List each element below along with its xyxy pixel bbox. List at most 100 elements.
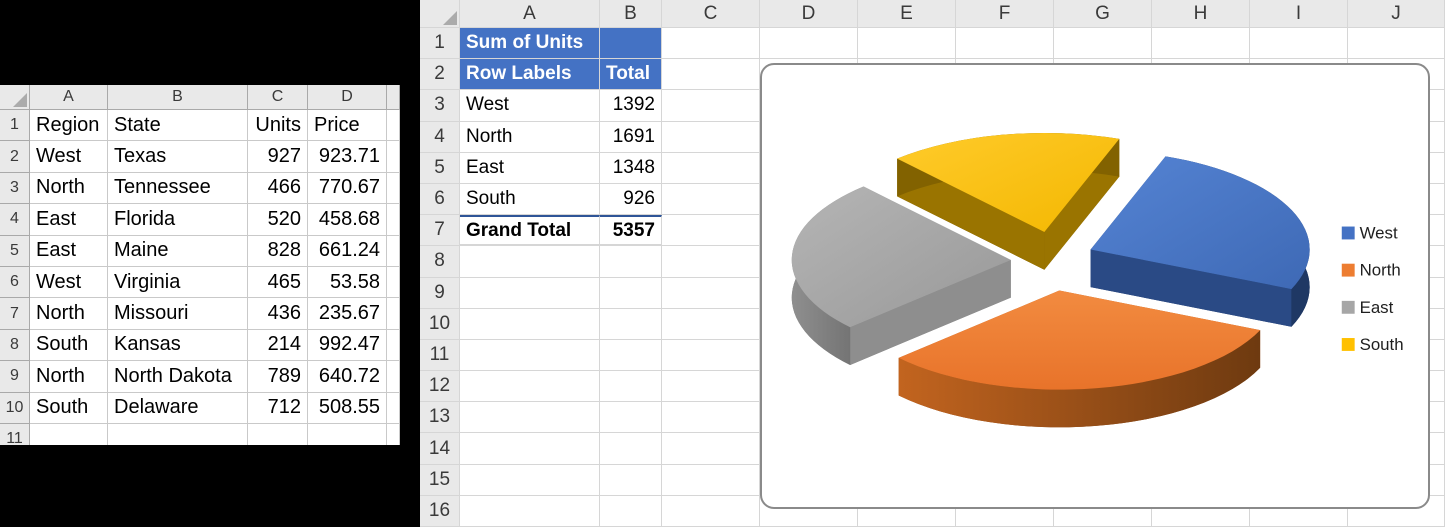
l-cell-B5[interactable]: Maine [108, 236, 248, 267]
r-rowheader-2[interactable]: 2 [420, 59, 460, 90]
pivot-value-east[interactable]: 1348 [600, 153, 662, 184]
legend-marker-east[interactable] [1342, 301, 1355, 314]
l-rowheader-7[interactable]: 7 [0, 298, 30, 329]
l-cell-A6[interactable]: West [30, 267, 108, 298]
r-cell-C5[interactable] [662, 153, 760, 184]
legend-label-south[interactable]: South [1360, 335, 1404, 354]
r-cell-F1[interactable] [956, 28, 1054, 59]
r-cell-C12[interactable] [662, 371, 760, 402]
l-cell-B9[interactable]: North Dakota [108, 361, 248, 392]
r-cell-A8[interactable] [460, 246, 600, 277]
pivot-row-labels-cell[interactable]: Row Labels [460, 59, 600, 90]
l-cell-D9[interactable]: 640.72 [308, 361, 387, 392]
l-cell-E1-partial[interactable] [387, 110, 400, 141]
pivot-value-south[interactable]: 926 [600, 184, 662, 215]
r-cell-B16[interactable] [600, 496, 662, 527]
r-cell-A15[interactable] [460, 465, 600, 496]
l-cell-B2[interactable]: Texas [108, 141, 248, 172]
r-rowheader-5[interactable]: 5 [420, 153, 460, 184]
legend-marker-south[interactable] [1342, 338, 1355, 351]
r-cell-C3[interactable] [662, 90, 760, 121]
l-rowheader-8[interactable]: 8 [0, 330, 30, 361]
pivot-label-north[interactable]: North [460, 122, 600, 153]
l-colheader-partial[interactable] [387, 85, 400, 110]
l-cell-E8-partial[interactable] [387, 330, 400, 361]
r-cell-B12[interactable] [600, 371, 662, 402]
l-cell-C1[interactable]: Units [248, 110, 308, 141]
l-cell-B6[interactable]: Virginia [108, 267, 248, 298]
r-rowheader-6[interactable]: 6 [420, 184, 460, 215]
r-cell-A16[interactable] [460, 496, 600, 527]
l-cell-A1[interactable]: Region [30, 110, 108, 141]
legend-label-east[interactable]: East [1360, 298, 1394, 317]
r-rowheader-7[interactable]: 7 [420, 215, 460, 246]
pivot-grand-total-label[interactable]: Grand Total [460, 215, 600, 246]
r-cell-C9[interactable] [662, 278, 760, 309]
l-cell-E5-partial[interactable] [387, 236, 400, 267]
l-cell-E10-partial[interactable] [387, 393, 400, 424]
l-rowheader-10[interactable]: 10 [0, 393, 30, 424]
r-cell-J1[interactable] [1348, 28, 1445, 59]
l-cell-C4[interactable]: 520 [248, 204, 308, 235]
l-rowheader-1[interactable]: 1 [0, 110, 30, 141]
l-cell-E6-partial[interactable] [387, 267, 400, 298]
r-cell-A11[interactable] [460, 340, 600, 371]
r-colheader-E[interactable]: E [858, 0, 956, 28]
l-cell-B3[interactable]: Tennessee [108, 173, 248, 204]
chart-frame[interactable]: WestNorthEastSouth [760, 63, 1430, 509]
r-rowheader-16[interactable]: 16 [420, 496, 460, 527]
l-cell-D5[interactable]: 661.24 [308, 236, 387, 267]
r-cell-B9[interactable] [600, 278, 662, 309]
r-cell-B15[interactable] [600, 465, 662, 496]
pivot-label-east[interactable]: East [460, 153, 600, 184]
l-cell-C10[interactable]: 712 [248, 393, 308, 424]
legend-label-west[interactable]: West [1360, 223, 1398, 242]
l-colheader-D[interactable]: D [308, 85, 387, 110]
r-cell-B14[interactable] [600, 433, 662, 464]
l-cell-D11[interactable] [308, 424, 387, 445]
pivot-total-header-cell[interactable]: Total [600, 59, 662, 90]
l-cell-C7[interactable]: 436 [248, 298, 308, 329]
r-colheader-F[interactable]: F [956, 0, 1054, 28]
l-cell-D10[interactable]: 508.55 [308, 393, 387, 424]
l-cell-E9-partial[interactable] [387, 361, 400, 392]
r-colheader-A[interactable]: A [460, 0, 600, 28]
pivot-title-cell[interactable]: Sum of Units [460, 28, 600, 59]
l-cell-D3[interactable]: 770.67 [308, 173, 387, 204]
l-cell-B4[interactable]: Florida [108, 204, 248, 235]
r-colheader-G[interactable]: G [1054, 0, 1152, 28]
l-cell-E7-partial[interactable] [387, 298, 400, 329]
r-cell-H1[interactable] [1152, 28, 1250, 59]
l-rowheader-4[interactable]: 4 [0, 204, 30, 235]
l-cell-C2[interactable]: 927 [248, 141, 308, 172]
l-cell-C11[interactable] [248, 424, 308, 445]
r-cell-E1[interactable] [858, 28, 956, 59]
r-cell-B10[interactable] [600, 309, 662, 340]
r-cell-I1[interactable] [1250, 28, 1348, 59]
r-rowheader-1[interactable]: 1 [420, 28, 460, 59]
legend-marker-north[interactable] [1342, 264, 1355, 277]
l-cell-C5[interactable]: 828 [248, 236, 308, 267]
l-rowheader-6[interactable]: 6 [0, 267, 30, 298]
l-cell-A7[interactable]: North [30, 298, 108, 329]
l-rowheader-5[interactable]: 5 [0, 236, 30, 267]
r-rowheader-8[interactable]: 8 [420, 246, 460, 277]
r-cell-A10[interactable] [460, 309, 600, 340]
pivot-value-west[interactable]: 1392 [600, 90, 662, 121]
l-cell-A10[interactable]: South [30, 393, 108, 424]
r-rowheader-4[interactable]: 4 [420, 122, 460, 153]
l-cell-B7[interactable]: Missouri [108, 298, 248, 329]
r-cell-C1[interactable] [662, 28, 760, 59]
l-colheader-B[interactable]: B [108, 85, 248, 110]
l-cell-D8[interactable]: 992.47 [308, 330, 387, 361]
r-cell-C15[interactable] [662, 465, 760, 496]
l-cell-A5[interactable]: East [30, 236, 108, 267]
l-cell-D6[interactable]: 53.58 [308, 267, 387, 298]
l-cell-D7[interactable]: 235.67 [308, 298, 387, 329]
r-colheader-I[interactable]: I [1250, 0, 1348, 28]
r-cell-B13[interactable] [600, 402, 662, 433]
r-rowheader-11[interactable]: 11 [420, 340, 460, 371]
r-colheader-D[interactable]: D [760, 0, 858, 28]
r-cell-D1[interactable] [760, 28, 858, 59]
pivot-value-north[interactable]: 1691 [600, 122, 662, 153]
